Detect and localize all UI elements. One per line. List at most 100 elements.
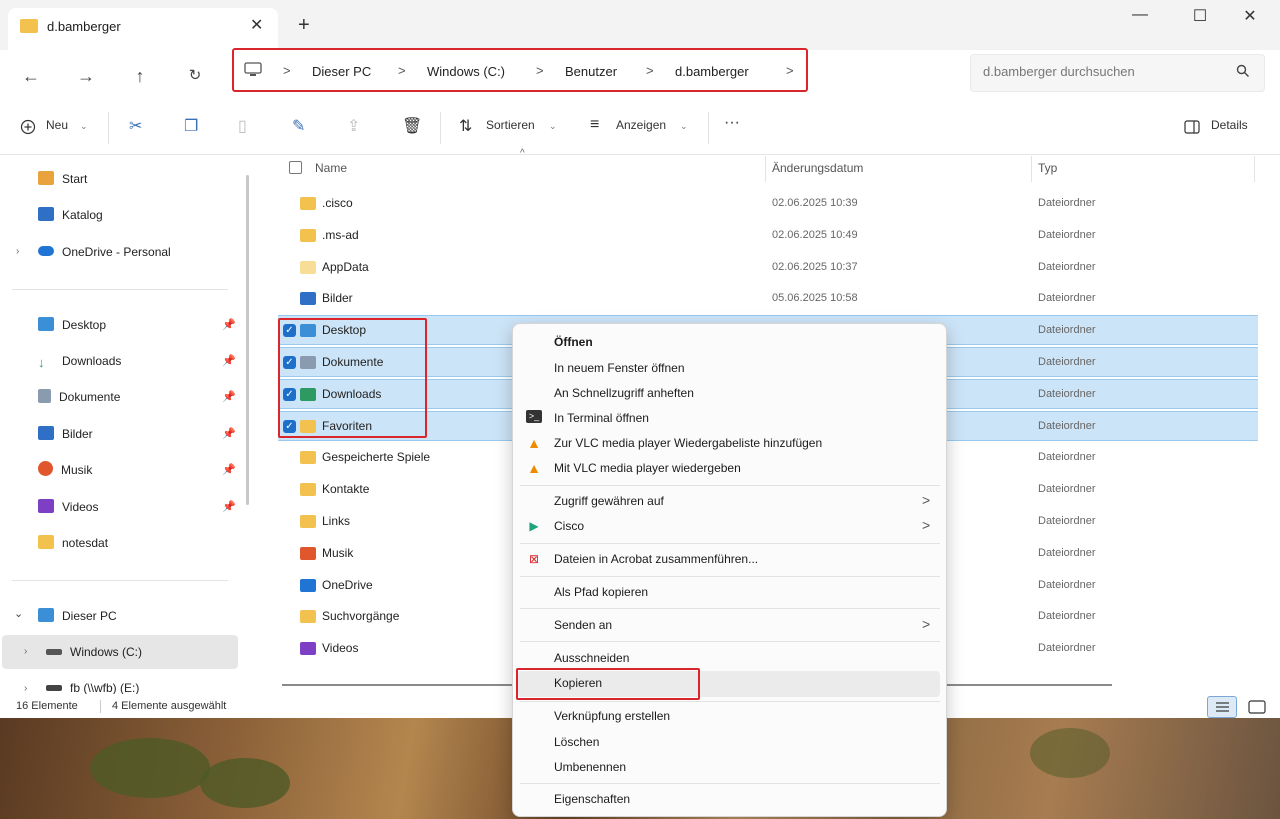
menu-item-delete[interactable]: Löschen xyxy=(554,735,599,749)
more-options-button[interactable]: ··· xyxy=(724,114,740,132)
table-row[interactable] xyxy=(278,188,1258,218)
pin-icon[interactable]: 📌 xyxy=(222,354,236,367)
new-button[interactable]: Neu xyxy=(46,118,68,132)
column-divider[interactable] xyxy=(1031,156,1032,182)
sidebar-divider xyxy=(12,580,228,581)
sidebar-item-videos[interactable]: Videos xyxy=(38,495,98,519)
sidebar-item-downloads[interactable]: ↓ Downloads xyxy=(38,349,121,373)
menu-item-send-to[interactable]: Senden an xyxy=(554,618,612,632)
folder-icon xyxy=(38,535,54,549)
column-header-type[interactable]: Typ xyxy=(1038,161,1057,175)
close-button[interactable]: ✕ xyxy=(1230,6,1270,26)
rename-icon[interactable]: ✎ xyxy=(292,116,305,136)
sidebar-item-katalog[interactable]: Katalog xyxy=(38,203,103,227)
sidebar-item-onedrive[interactable]: OneDrive - Personal xyxy=(38,240,171,264)
chevron-right-icon[interactable]: › xyxy=(16,246,19,257)
table-row[interactable] xyxy=(278,252,1258,282)
sidebar-item-notesdat[interactable]: notesdat xyxy=(38,531,108,555)
forward-icon[interactable]: → xyxy=(73,63,99,89)
sidebar-item-dokumente[interactable]: Dokumente xyxy=(38,385,120,409)
delete-icon[interactable]: 🗑 xyxy=(402,116,422,136)
status-divider xyxy=(100,700,101,713)
menu-item-vlc-add-playlist[interactable]: Zur VLC media player Wiedergabeliste hin… xyxy=(554,436,822,450)
file-date: 02.06.2025 10:49 xyxy=(772,228,858,241)
file-name: AppData xyxy=(322,259,369,274)
breadcrumb-dieser-pc[interactable]: Dieser PC xyxy=(312,64,371,79)
breadcrumb-windows-c[interactable]: Windows (C:) xyxy=(427,64,505,79)
menu-item-pin-quick-access[interactable]: An Schnellzugriff anheften xyxy=(554,386,694,400)
sidebar-item-start[interactable]: Start xyxy=(38,167,87,191)
paste-icon[interactable]: ▯ xyxy=(238,116,247,136)
sort-button[interactable]: Sortieren xyxy=(486,118,535,132)
sidebar-scrollbar[interactable] xyxy=(246,175,249,505)
new-tab-button[interactable]: + xyxy=(298,14,310,37)
view-button[interactable]: Anzeigen xyxy=(616,118,666,132)
breadcrumb-separator: > xyxy=(398,63,406,78)
chevron-right-icon[interactable]: › xyxy=(24,683,27,694)
column-divider[interactable] xyxy=(765,156,766,182)
sidebar-item-windows-c[interactable]: Windows (C:) xyxy=(46,640,142,664)
pin-icon[interactable]: 📌 xyxy=(222,318,236,331)
file-name: Videos xyxy=(322,641,359,656)
details-view-button[interactable] xyxy=(1207,696,1237,718)
sidebar-item-bilder[interactable]: Bilder xyxy=(38,422,93,446)
folder-icon xyxy=(300,292,316,306)
file-type: Dateiordner xyxy=(1038,642,1096,655)
file-type: Dateiordner xyxy=(1038,356,1096,368)
menu-item-cut[interactable]: Ausschneiden xyxy=(554,651,629,665)
menu-item-open[interactable]: Öffnen xyxy=(554,335,593,349)
copy-icon[interactable]: ❐ xyxy=(184,116,198,136)
chevron-down-icon[interactable]: ⌄ xyxy=(14,607,23,620)
sidebar-item-label: Katalog xyxy=(62,208,103,222)
pin-icon[interactable]: 📌 xyxy=(222,390,236,403)
details-button[interactable]: Details xyxy=(1211,118,1248,132)
file-type: Dateiordner xyxy=(1038,451,1096,464)
sidebar-item-label: Videos xyxy=(62,500,99,514)
search-icon[interactable] xyxy=(1236,64,1250,78)
file-name: Links xyxy=(322,514,351,528)
chevron-down-icon: ⌄ xyxy=(549,121,557,131)
sidebar-item-dieser-pc[interactable]: Dieser PC xyxy=(38,604,117,628)
sidebar-item-desktop[interactable]: Desktop xyxy=(38,313,106,337)
table-row[interactable] xyxy=(278,283,1258,313)
menu-item-rename[interactable]: Umbenennen xyxy=(554,760,626,774)
menu-item-acrobat-merge[interactable]: Dateien in Acrobat zusammenführen... xyxy=(554,552,758,566)
column-header-date[interactable]: Änderungsdatum xyxy=(772,161,863,175)
menu-item-vlc-play[interactable]: Mit VLC media player wiedergeben xyxy=(554,461,741,475)
menu-separator xyxy=(520,641,940,642)
refresh-icon[interactable]: ↻ xyxy=(182,63,208,89)
column-divider[interactable] xyxy=(1254,156,1255,182)
back-icon[interactable]: ← xyxy=(18,63,44,89)
menu-item-properties[interactable]: Eigenschaften xyxy=(554,792,630,806)
cut-icon[interactable]: ✂ xyxy=(129,116,142,136)
breadcrumb-benutzer[interactable]: Benutzer xyxy=(565,64,617,79)
column-header-name[interactable]: Name xyxy=(315,161,347,175)
pin-icon[interactable]: 📌 xyxy=(222,427,236,440)
tab-close-icon[interactable]: ✕ xyxy=(250,15,263,35)
submenu-arrow-icon: > xyxy=(922,616,931,632)
file-type: Dateiordner xyxy=(1038,292,1096,305)
maximize-button[interactable]: ☐ xyxy=(1180,6,1220,26)
menu-item-create-shortcut[interactable]: Verknüpfung erstellen xyxy=(554,709,670,723)
menu-item-open-new-window[interactable]: In neuem Fenster öffnen xyxy=(554,361,685,375)
chevron-right-icon[interactable]: › xyxy=(24,646,27,657)
submenu-arrow-icon: > xyxy=(922,517,931,533)
menu-item-grant-access[interactable]: Zugriff gewähren auf xyxy=(554,494,664,508)
folder-icon xyxy=(300,483,316,497)
menu-item-cisco[interactable]: Cisco xyxy=(554,519,584,533)
sidebar-item-musik[interactable]: Musik xyxy=(38,458,92,482)
minimize-button[interactable]: — xyxy=(1120,6,1160,24)
share-icon[interactable]: ⇪ xyxy=(347,116,360,136)
menu-item-copy-as-path[interactable]: Als Pfad kopieren xyxy=(554,585,648,599)
cisco-icon: ▶ xyxy=(529,519,539,533)
sidebar-item-network-drive[interactable]: fb (\\wfb) (E:) xyxy=(46,676,139,694)
pin-icon[interactable]: 📌 xyxy=(222,463,236,476)
tiles-view-button[interactable] xyxy=(1242,696,1272,718)
selection-highlight-box xyxy=(278,318,427,438)
pin-icon[interactable]: 📌 xyxy=(222,500,236,513)
table-row[interactable] xyxy=(278,220,1258,250)
select-all-checkbox[interactable] xyxy=(289,161,302,174)
up-icon[interactable]: ↑ xyxy=(127,63,153,89)
breadcrumb-d-bamberger[interactable]: d.bamberger xyxy=(675,64,749,79)
menu-item-open-terminal[interactable]: In Terminal öffnen xyxy=(554,411,649,425)
